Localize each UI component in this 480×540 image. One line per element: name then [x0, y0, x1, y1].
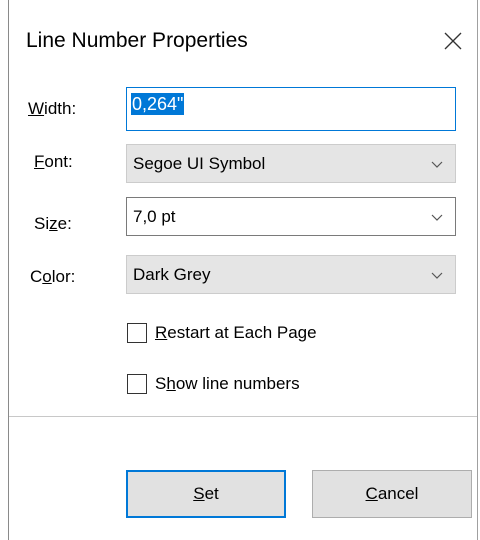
show-line-numbers-option[interactable]: Show line numbers — [127, 372, 300, 396]
width-input-value: 0,264" — [131, 93, 185, 115]
width-label: Width: — [28, 99, 77, 118]
restart-at-each-page-checkbox[interactable] — [127, 323, 147, 343]
size-select[interactable]: 7,0 pt — [126, 197, 456, 236]
size-label: Size: — [34, 214, 72, 233]
font-label: Font: — [34, 152, 73, 171]
font-select-value: Segoe UI Symbol — [133, 154, 266, 173]
dialog-title: Line Number Properties — [26, 29, 248, 52]
show-line-numbers-label: Show line numbers — [155, 374, 300, 393]
width-input[interactable]: 0,264" — [126, 87, 456, 131]
color-select-value: Dark Grey — [133, 265, 211, 284]
set-button-label: Set — [193, 484, 219, 503]
show-line-numbers-checkbox[interactable] — [127, 374, 147, 394]
close-button[interactable] — [436, 24, 470, 58]
cancel-button[interactable]: Cancel — [312, 470, 472, 518]
size-select-value: 7,0 pt — [133, 207, 176, 226]
close-icon — [444, 32, 462, 50]
dialog-left-border — [8, 0, 9, 540]
color-select[interactable]: Dark Grey — [126, 255, 456, 294]
divider — [9, 416, 477, 417]
line-number-properties-dialog: Line Number Properties Width: 0,264" Fon… — [0, 0, 480, 540]
restart-at-each-page-option[interactable]: Restart at Each Page — [127, 321, 317, 345]
dialog-right-border — [477, 0, 478, 540]
color-label: Color: — [30, 267, 76, 286]
set-button[interactable]: Set — [126, 470, 286, 518]
restart-at-each-page-label: Restart at Each Page — [155, 323, 317, 342]
cancel-button-label: Cancel — [365, 484, 419, 503]
chevron-down-icon — [431, 214, 443, 221]
chevron-down-icon — [431, 161, 443, 168]
chevron-down-icon — [431, 272, 443, 279]
font-select[interactable]: Segoe UI Symbol — [126, 144, 456, 183]
